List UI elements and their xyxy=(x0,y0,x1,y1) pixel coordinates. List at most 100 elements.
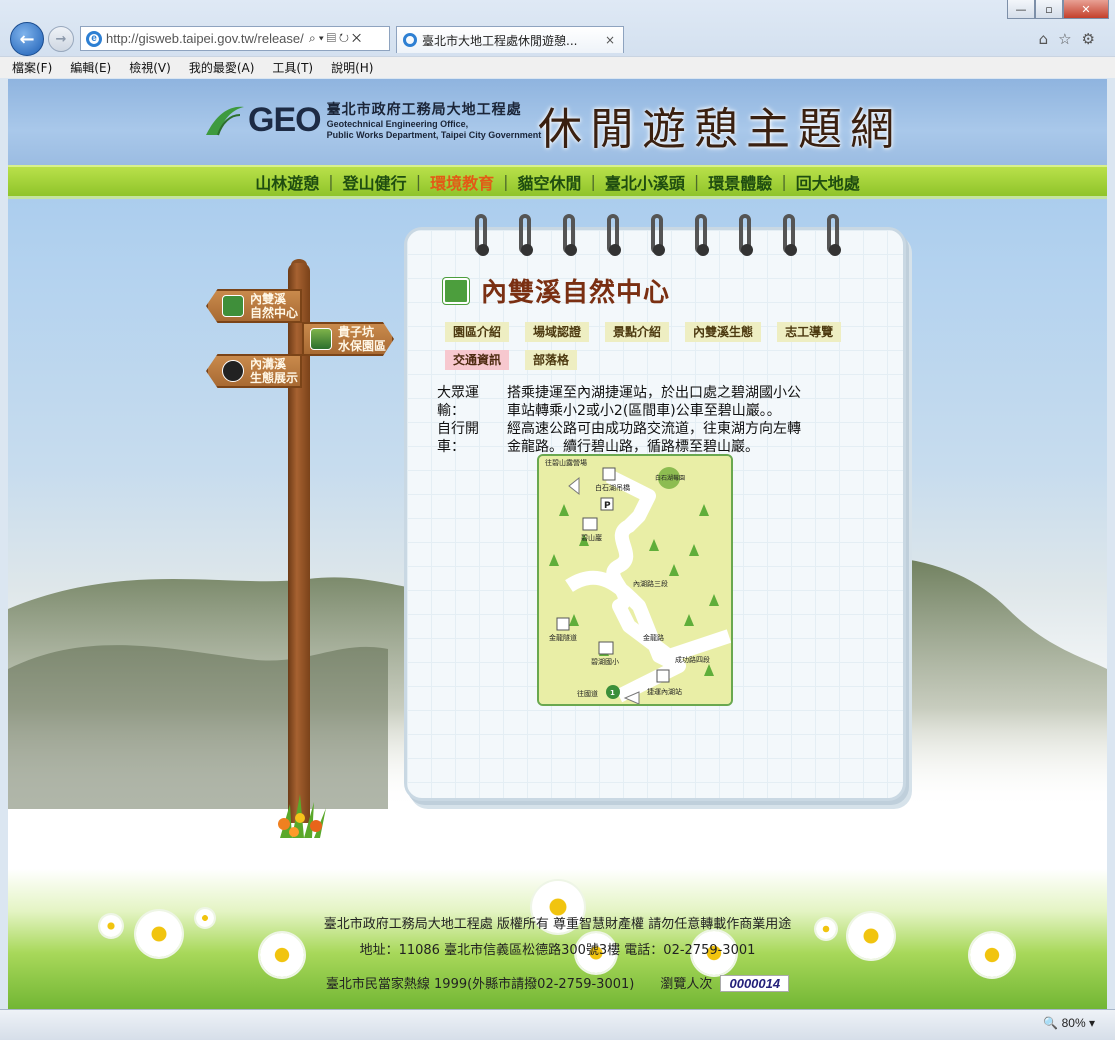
value-line-1: 搭乘捷運至內湖捷運站，於出口處之碧湖國小公 xyxy=(507,385,801,401)
close-window-button[interactable]: ✕ xyxy=(1063,0,1109,19)
map-label: 往國道 xyxy=(577,689,598,698)
tab-ecology[interactable]: 內雙溪生態 xyxy=(685,322,762,342)
sign-line-1: 貴子坑 xyxy=(338,325,375,339)
leaf-icon xyxy=(222,295,244,317)
menu-favorites[interactable]: 我的最愛(A) xyxy=(189,59,255,76)
address-tools[interactable]: ⌕▾▤↻✕ xyxy=(309,31,389,46)
status-bar: 🔍 80% ▾ xyxy=(0,1009,1115,1040)
map-label: 白石湖莓園 xyxy=(655,474,685,482)
menu-help[interactable]: 說明(H) xyxy=(331,59,373,76)
window-controls: — ▫ ✕ xyxy=(1007,0,1109,19)
favorites-icon[interactable]: ☆ xyxy=(1058,30,1081,48)
visitor-counter: 0000014 xyxy=(720,975,790,992)
back-button[interactable]: ← xyxy=(10,22,44,56)
chevron-down-icon[interactable]: ▾ xyxy=(1089,1016,1095,1030)
sign-guizikeng-park[interactable]: 貴子坑 水保園區 xyxy=(302,322,394,356)
map-label: 往碧山露營場 xyxy=(545,458,587,467)
leaf-icon xyxy=(443,277,469,304)
home-icon[interactable]: ⌂ xyxy=(1039,30,1059,48)
notebook-panel: 內雙溪自然中心 園區介紹 場域認證 景點介紹 內雙溪生態 志工導覽 交通資訊 部… xyxy=(404,214,906,801)
web-page: GEO 臺北市政府工務局大地工程處 Geotechnical Engineeri… xyxy=(8,79,1107,1009)
nav-taipei-xitou[interactable]: 臺北小溪頭 xyxy=(605,170,685,194)
toolbar-icons[interactable]: ⌂☆⚙ xyxy=(1039,30,1105,48)
logo-org: 臺北市政府工務局大地工程處 Geotechnical Engineering O… xyxy=(327,99,542,141)
maximize-button[interactable]: ▫ xyxy=(1035,0,1063,19)
site-title: 休閒遊憩主題網 xyxy=(538,104,902,155)
key-line-2: 車： xyxy=(437,439,465,455)
tab-volunteer-guide[interactable]: 志工導覽 xyxy=(777,322,842,342)
sign-line-2: 水保園區 xyxy=(338,339,387,353)
site-header: GEO 臺北市政府工務局大地工程處 Geotechnical Engineeri… xyxy=(8,79,1107,165)
nav-panorama[interactable]: 環景體驗 xyxy=(708,170,772,194)
ring-binding xyxy=(739,214,753,256)
sign-label: 貴子坑 水保園區 xyxy=(338,325,386,353)
transit-info: 大眾運 輸： 搭乘捷運至內湖捷運站，於出口處之碧湖國小公 車站轉乘小2或小2(區間車… xyxy=(437,384,837,456)
ring-binding xyxy=(563,214,577,256)
tab-ie-icon xyxy=(403,33,417,47)
ie-icon: e xyxy=(86,30,102,47)
ring-binding xyxy=(783,214,797,256)
tab-blog[interactable]: 部落格 xyxy=(525,350,578,370)
transit-value: 經高速公路可由成功路交流道，往東湖方向左轉 金龍路。續行碧山路，循路標至碧山巖。 xyxy=(507,420,837,456)
nav-separator: | xyxy=(503,172,509,191)
sign-neigouxi-ecology[interactable]: 內溝溪 生態展示 xyxy=(206,354,302,388)
copyright-text: 臺北市政府工務局大地工程處 版權所有 尊重智慧財產權 請勿任意轉載作商業用途 xyxy=(323,917,792,932)
tab-attractions[interactable]: 景點介紹 xyxy=(605,322,670,342)
menu-tools[interactable]: 工具(T) xyxy=(272,59,313,76)
ring-binding xyxy=(519,214,533,256)
sign-line-2: 生態展示 xyxy=(250,371,299,385)
transit-key: 大眾運 輸： xyxy=(437,384,507,420)
ring-binding xyxy=(475,214,489,256)
map-label: 白石湖吊橋 xyxy=(595,483,630,492)
ring-binding xyxy=(827,214,841,256)
transit-value: 搭乘捷運至內湖捷運站，於出口處之碧湖國小公 車站轉乘小2或小2(區間車)公車至碧山… xyxy=(507,384,837,420)
forward-button[interactable]: → xyxy=(48,26,74,52)
tab-transit-info[interactable]: 交通資訊 xyxy=(445,350,510,370)
url-text[interactable]: http://gisweb.taipei.gov.tw/release/ xyxy=(106,31,309,46)
sign-label: 內溝溪 生態展示 xyxy=(250,357,298,385)
nav-separator: | xyxy=(590,172,596,191)
nav-hiking[interactable]: 登山健行 xyxy=(343,170,407,194)
nav-separator: | xyxy=(415,172,422,191)
transit-row-public: 大眾運 輸： 搭乘捷運至內湖捷運站，於出口處之碧湖國小公 車站轉乘小2或小2(區間車… xyxy=(437,384,837,420)
section-tabs: 園區介紹 場域認證 景點介紹 內雙溪生態 志工導覽 交通資訊 部落格 xyxy=(445,322,885,378)
browser-chrome: — ▫ ✕ ← → e http://gisweb.taipei.gov.tw/… xyxy=(0,0,1115,78)
address-bar[interactable]: e http://gisweb.taipei.gov.tw/release/ ⌕… xyxy=(80,26,390,51)
menu-file[interactable]: 檔案(F) xyxy=(12,59,52,76)
tab-close-icon[interactable]: × xyxy=(605,33,615,47)
map-label: 碧山巖 xyxy=(581,533,602,542)
menu-view[interactable]: 檢視(V) xyxy=(129,59,171,76)
nav-maokong[interactable]: 貓空休閒 xyxy=(517,170,581,194)
nav-back-to-office[interactable]: 回大地處 xyxy=(796,170,860,194)
org-name-en-2: Public Works Department, Taipei City Gov… xyxy=(326,130,542,140)
geo-logo[interactable]: GEO 臺北市政府工務局大地工程處 Geotechnical Engineeri… xyxy=(204,99,541,141)
browser-tab[interactable]: 臺北市大地工程處休閒遊憩... × xyxy=(396,26,624,53)
zoom-control[interactable]: 🔍 80% ▾ xyxy=(1043,1016,1095,1030)
map-label: 1 xyxy=(610,689,615,697)
ring-binding xyxy=(695,214,709,256)
menu-edit[interactable]: 編輯(E) xyxy=(70,59,111,76)
transit-row-driving: 自行開 車： 經高速公路可由成功路交流道，往東湖方向左轉 金龍路。續行碧山路，循路標… xyxy=(437,420,837,456)
nav-environmental-education[interactable]: 環境教育 xyxy=(430,170,494,194)
notebook-title: 內雙溪自然中心 xyxy=(443,272,670,309)
page-title: 內雙溪自然中心 xyxy=(481,278,671,308)
flower-grass-decoration xyxy=(278,794,326,838)
site-footer: 臺北市政府工務局大地工程處 版權所有 尊重智慧財產權 請勿任意轉載作商業用途 地… xyxy=(8,869,1107,1009)
map-label: 捷運內湖站 xyxy=(647,687,682,696)
gear-icon[interactable]: ⚙ xyxy=(1082,30,1105,48)
nav-separator: | xyxy=(693,172,700,191)
sign-line-1: 內雙溪 xyxy=(250,292,287,306)
main-nav: 山林遊憩 | 登山健行 | 環境教育 | 貓空休閒 | 臺北小溪頭 | 環景體驗… xyxy=(8,165,1107,199)
nav-mountain-recreation[interactable]: 山林遊憩 xyxy=(255,170,319,194)
tab-certification[interactable]: 場域認證 xyxy=(525,322,590,342)
map-label: 金龍隧道 xyxy=(549,633,577,642)
value-line-2: 金龍路。續行碧山路，循路標至碧山巖。 xyxy=(507,439,759,455)
sign-neishuangxi-nature-center[interactable]: 內雙溪 自然中心 xyxy=(206,289,302,323)
map-drawing: 往碧山露營場 白石湖吊橋 白石湖莓園 P 碧山巖 內湖路三段 金龍隧道 碧湖國小… xyxy=(539,456,731,704)
minimize-button[interactable]: — xyxy=(1007,0,1035,19)
org-name-en-1: Geotechnical Engineering Office, xyxy=(326,119,469,129)
location-map[interactable]: 往碧山露營場 白石湖吊橋 白石湖莓園 P 碧山巖 內湖路三段 金龍隧道 碧湖國小… xyxy=(537,454,733,706)
sign-label: 內雙溪 自然中心 xyxy=(250,292,298,320)
tab-park-intro[interactable]: 園區介紹 xyxy=(445,322,510,342)
map-label: 內湖路三段 xyxy=(633,579,668,588)
